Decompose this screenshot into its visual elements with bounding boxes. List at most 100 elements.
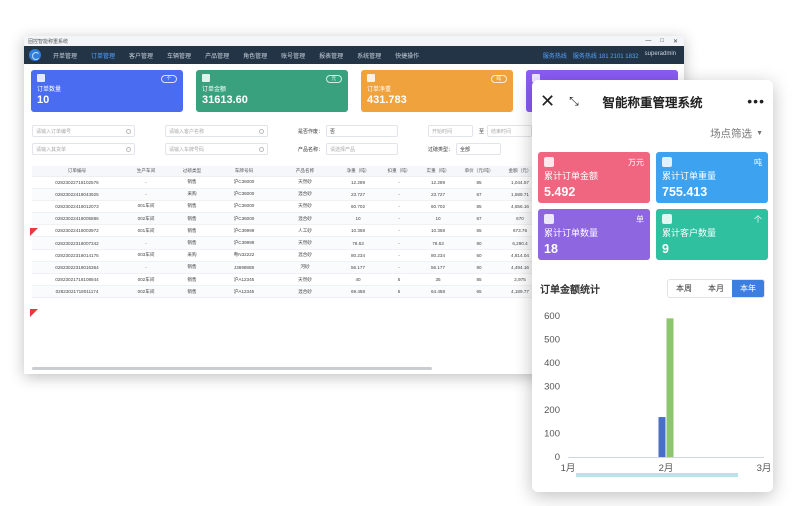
horizontal-scrollbar[interactable] (32, 367, 432, 370)
chevron-down-icon: ▼ (756, 129, 763, 137)
table-cell: 02823022718102576 (32, 176, 122, 189)
table-cell: 天然砂 (274, 176, 336, 189)
table-cell: 销售 (170, 261, 214, 275)
nav-item-orders[interactable]: 订单管理 (84, 51, 122, 60)
pickup-slip-input[interactable]: 请输入其货单 (32, 143, 135, 155)
table-cell: 10 (418, 212, 458, 226)
table-row[interactable]: 02823022318016364- 销售 J3698888 河砂 56.177-56.… (32, 261, 600, 275)
y-tick-label: 500 (544, 335, 560, 346)
table-cell: 002车间 (122, 273, 170, 287)
chart-bar[interactable] (666, 318, 674, 457)
table-cell: 5 (380, 285, 418, 299)
column-header[interactable]: 车牌号码 (214, 166, 274, 177)
table-cell: 销售 (170, 212, 214, 226)
table-cell: 02823022318016364 (32, 261, 122, 275)
orders-table: 订单编号 生产车间 过磅类型 车牌号码 产品名称 净重（吨） 扣重（吨） 实重（… (32, 166, 600, 299)
weight-icon (367, 74, 375, 82)
service-hotline-link[interactable]: 服务热线 (543, 51, 567, 60)
mobile-stat-cards: 万元 累计订单金额 5.492 吨 累计订单重量 755.413 单 累计订单数… (532, 144, 773, 268)
table-cell: 02823021718108844 (32, 273, 122, 287)
nav-item-accounts[interactable]: 账号管理 (274, 51, 312, 60)
table-cell: - (380, 212, 418, 226)
chart-bar[interactable] (658, 417, 666, 457)
y-tick-label: 300 (544, 382, 560, 393)
top-nav: 开单管理 订单管理 客户管理 车辆管理 产品管理 角色管理 账号管理 报表管理 … (24, 46, 684, 64)
table-cell: 35 (418, 273, 458, 287)
site-filter[interactable]: 场点筛选 ▼ (532, 122, 773, 144)
table-cell: 10.368 (336, 224, 380, 238)
table-cell: 混合砂 (274, 249, 336, 262)
weigh-type-select[interactable]: 全部 (456, 143, 502, 155)
column-header[interactable]: 实重（吨） (418, 166, 458, 177)
minimize-button[interactable]: — (645, 38, 651, 45)
table-row[interactable]: 02823022718102576- 销售 沪C36000 天然砂 12.289-12.… (32, 176, 600, 189)
table-cell: 80 (458, 236, 500, 250)
nav-item-system[interactable]: 系统管理 (350, 51, 388, 60)
table-cell: 混合砂 (274, 188, 336, 201)
period-month-button[interactable]: 本月 (700, 280, 732, 297)
table-row[interactable]: 02823022418043925- 采购 沪C36000 混合砂 23.727-23.… (32, 188, 600, 201)
card-label: 累计订单金额 (544, 171, 599, 181)
table-cell: 采购 (170, 188, 214, 201)
x-tick-label: 1月 (561, 463, 576, 474)
void-select[interactable]: 否 (326, 125, 399, 137)
table-cell: 沪C36000 (214, 200, 274, 214)
table-cell: 天然砂 (274, 236, 336, 250)
period-year-button[interactable]: 本年 (732, 279, 764, 297)
column-header[interactable]: 生产车间 (122, 166, 170, 177)
y-tick-label: 0 (555, 452, 560, 463)
table-row[interactable]: 02823022418003972 001车间 销售 沪C39999 人工砂 10.368… (32, 224, 600, 238)
table-cell: 沪A12345 (214, 285, 274, 299)
close-button[interactable]: ✕ (673, 38, 678, 45)
table-row[interactable]: 02823021718011174 002车间 销售 沪A12345 混合砂 69.458… (32, 285, 600, 299)
nav-item-billing[interactable]: 开单管理 (46, 51, 84, 60)
column-header[interactable]: 净重（吨） (336, 166, 380, 177)
end-date-input[interactable]: 结束时间 (487, 125, 533, 137)
shrink-icon[interactable]: ⤡ (569, 94, 579, 109)
order-number-input[interactable]: 请输入订单编号 (32, 125, 135, 137)
more-icon[interactable]: ••• (747, 93, 765, 109)
start-date-input[interactable]: 开始时间 (428, 125, 474, 137)
card-unit-tag: 个 (160, 75, 177, 83)
table-cell: 40 (336, 273, 380, 287)
chart-range-slider[interactable] (576, 473, 738, 477)
search-icon (126, 129, 131, 134)
product-select[interactable]: 请选择产品 (326, 143, 399, 155)
y-tick-label: 600 (544, 311, 560, 322)
nav-item-reports[interactable]: 报表管理 (312, 51, 350, 60)
table-row[interactable]: 02823022418012073 001车间 销售 沪C36000 天然砂 60.702… (32, 200, 600, 214)
flag-marker (30, 309, 38, 317)
customer-name-input[interactable]: 请输入客户名称 (165, 125, 268, 137)
logo-icon (29, 49, 41, 61)
column-header[interactable]: 产品名称 (274, 166, 336, 177)
column-header[interactable]: 订单编号 (32, 166, 122, 177)
period-week-button[interactable]: 本周 (668, 280, 700, 297)
table-row[interactable]: 02823022318014175 003车间 采购 粤N32222 混合砂 80.234… (32, 249, 600, 262)
nav-item-vehicles[interactable]: 车辆管理 (160, 51, 198, 60)
service-phone: 服务热线 181 2101 1832 (572, 53, 639, 60)
column-header[interactable]: 扣重（吨） (380, 166, 418, 177)
nav-item-customers[interactable]: 客户管理 (122, 51, 160, 60)
nav-item-shortcuts[interactable]: 快捷操作 (388, 51, 426, 60)
table-cell: 001车间 (122, 200, 170, 214)
table-cell: 粤N32222 (214, 249, 274, 262)
column-header[interactable]: 过磅类型 (170, 166, 214, 177)
total-weight-card: 吨 累计订单重量 755.413 (656, 152, 768, 203)
nav-item-roles[interactable]: 角色管理 (236, 51, 274, 60)
plate-number-input[interactable]: 请输入车牌号码 (165, 143, 268, 155)
card-label: 订单金额 (202, 87, 227, 93)
user-menu[interactable]: superadmin (645, 51, 676, 60)
table-row[interactable]: 02823022318007342- 销售 沪C39999 天然砂 78.63-78.6… (32, 236, 600, 250)
x-tick-label: 3月 (757, 463, 772, 474)
table-row[interactable]: 02823022418005886 002车间 销售 沪C36000 混合砂 10-10 6… (32, 212, 600, 226)
table-cell: 002车间 (122, 212, 170, 226)
table-cell: - (380, 249, 418, 262)
nav-item-products[interactable]: 产品管理 (198, 51, 236, 60)
column-header[interactable]: 单价（元/吨） (458, 166, 500, 177)
table-cell: 02823022418043925 (32, 188, 122, 201)
search-icon (126, 147, 131, 152)
maximize-button[interactable]: □ (660, 38, 664, 45)
table-row[interactable]: 02823021718108844 002车间 销售 沪A12345 天然砂 40 5 35 8… (32, 273, 600, 287)
table-cell: 销售 (170, 273, 214, 287)
close-icon[interactable]: ✕ (540, 91, 555, 112)
